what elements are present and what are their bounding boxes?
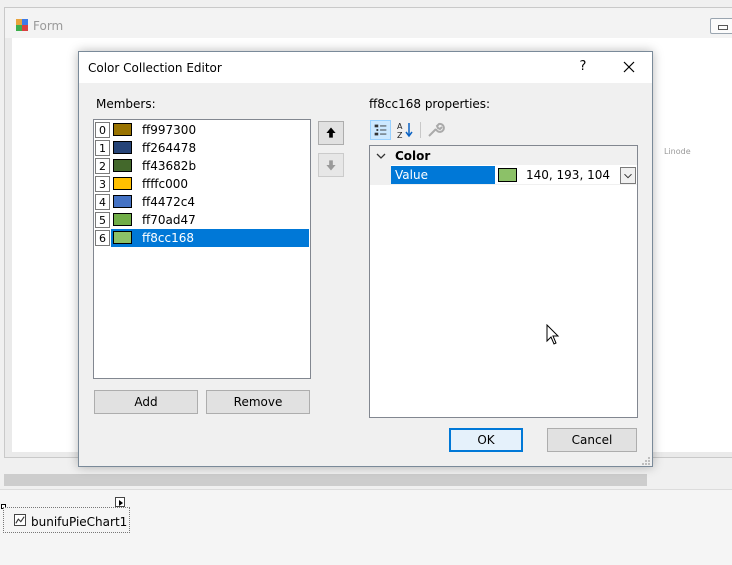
dialog-title: Color Collection Editor [88,61,222,75]
member-color-swatch [113,141,132,154]
dialog-titlebar: Color Collection Editor ? [79,52,652,83]
form-side-label: Linode [664,147,691,156]
member-label: ff264478 [142,141,197,155]
smart-tag-arrow-icon[interactable] [115,497,125,507]
designer-horizontal-scrollbar[interactable] [4,474,647,486]
list-item[interactable]: 2 ff43682b [94,157,310,175]
property-grid[interactable]: Color Value 140, 193, 104 [369,145,638,418]
close-icon[interactable] [613,55,645,79]
member-color-swatch [113,213,132,226]
property-color-swatch [498,168,517,182]
cancel-button[interactable]: Cancel [547,428,637,452]
member-color-swatch [113,177,132,190]
restore-window-button[interactable] [710,18,732,34]
dropdown-chevron-icon[interactable] [620,167,636,184]
property-category-label: Color [395,149,431,163]
member-color-swatch [113,123,132,136]
list-item[interactable]: 4 ff4472c4 [94,193,310,211]
member-index: 6 [95,230,110,246]
member-index: 3 [95,176,110,192]
mouse-pointer-icon [546,324,560,345]
member-label: ff8cc168 [142,231,195,245]
list-item[interactable]: 5 ff70ad47 [94,211,310,229]
list-item-selected[interactable]: 6 ff8cc168 [94,229,310,247]
member-color-swatch [113,231,132,244]
list-item[interactable]: 3 ffffc000 [94,175,310,193]
list-item[interactable]: 1 ff264478 [94,139,310,157]
ok-button[interactable]: OK [449,428,523,452]
property-gutter [370,165,391,184]
color-collection-editor-dialog: Color Collection Editor ? Members: ff8cc… [78,51,653,467]
svg-text:Z: Z [397,131,403,140]
property-row-divider [370,184,637,185]
list-item[interactable]: 0 ff997300 [94,121,310,139]
member-index: 1 [95,140,110,156]
form-app-icon [16,19,28,31]
member-label: ff70ad47 [142,213,196,227]
member-label: ffffc000 [142,177,189,191]
designer-form-titlebar: Form [5,8,732,38]
property-value-field[interactable]: 140, 193, 104 [526,168,610,182]
svg-text:A: A [397,122,403,131]
chart-icon [14,514,26,526]
tray-component-label: bunifuPieChart1 [31,515,128,529]
member-label: ff997300 [142,123,197,137]
resize-grip-icon[interactable] [641,456,651,466]
member-index: 0 [95,122,110,138]
properties-label: ff8cc168 properties: [369,97,491,111]
member-index: 5 [95,212,110,228]
property-name-value[interactable]: Value [391,166,495,184]
chevron-down-icon[interactable] [376,151,386,161]
alphabetical-sort-icon[interactable]: A Z [395,120,416,140]
toolbar-separator [420,122,421,138]
move-down-arrow-icon[interactable] [318,153,344,177]
selection-highlight [111,229,309,247]
member-index: 4 [95,194,110,210]
member-index: 2 [95,158,110,174]
member-color-swatch [113,195,132,208]
move-up-arrow-icon[interactable] [318,121,344,145]
help-button[interactable]: ? [570,55,596,79]
member-label: ff43682b [142,159,197,173]
add-button[interactable]: Add [94,390,198,414]
categorized-view-icon[interactable] [370,120,391,140]
property-pages-wrench-icon[interactable] [425,120,446,140]
member-color-swatch [113,159,132,172]
member-label: ff4472c4 [142,195,196,209]
property-category-row[interactable]: Color [370,146,637,165]
members-list[interactable]: 0 ff997300 1 ff264478 2 ff43682b 3 ffffc… [93,119,311,379]
tray-component-bunifu-pie-chart[interactable]: bunifuPieChart1 [3,507,130,533]
members-label: Members: [96,97,156,111]
remove-button[interactable]: Remove [206,390,310,414]
designer-form-title: Form [33,19,64,33]
